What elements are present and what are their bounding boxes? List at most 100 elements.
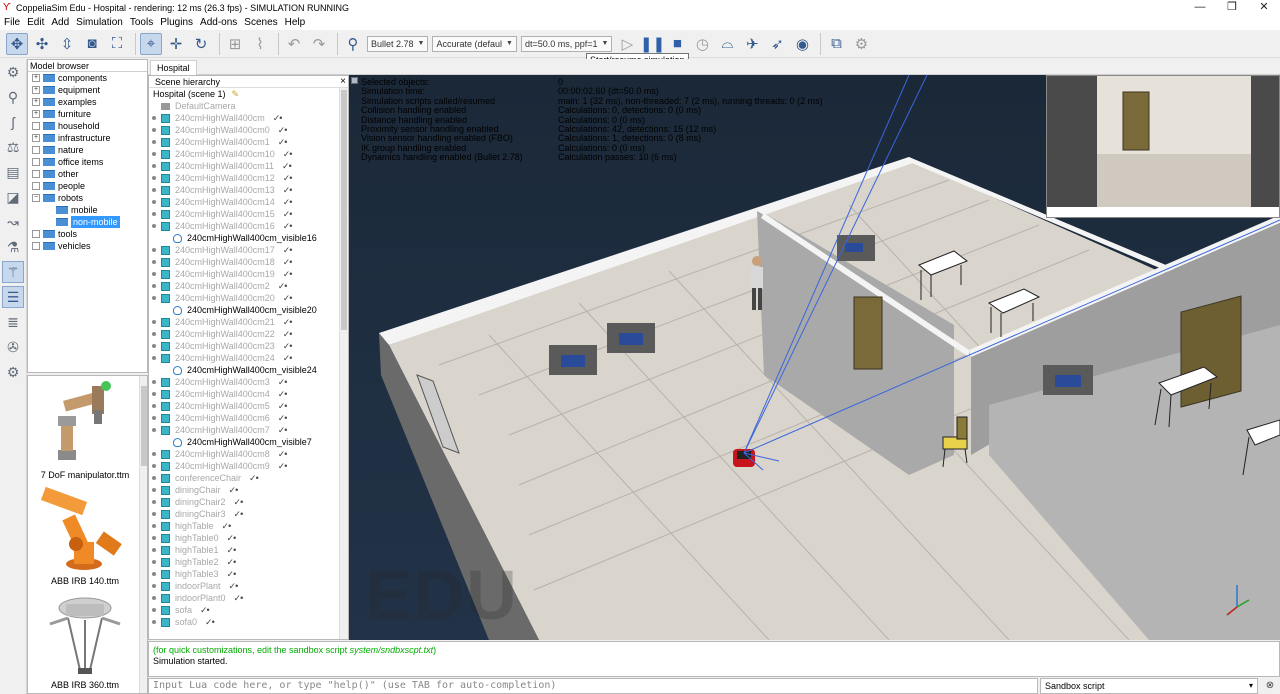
- hierarchy-item[interactable]: 240cmHighWall400cm_visible7: [149, 436, 348, 448]
- menu-help[interactable]: Help: [285, 17, 306, 28]
- collections-button[interactable]: ⚖: [2, 136, 24, 158]
- hierarchy-item[interactable]: 240cmHighWall400cm12 ✓•: [149, 172, 348, 184]
- script-icon[interactable]: ✓•: [234, 508, 244, 520]
- script-icon[interactable]: ✓•: [283, 352, 293, 364]
- script-icon[interactable]: ✓•: [249, 472, 259, 484]
- menu-file[interactable]: File: [4, 17, 20, 28]
- undo-button[interactable]: ↶: [283, 33, 305, 55]
- script-icon[interactable]: ✓•: [278, 280, 288, 292]
- script-icon[interactable]: ✓•: [283, 340, 293, 352]
- script-icon[interactable]: ✓•: [227, 556, 237, 568]
- model-folder-infrastructure[interactable]: + infrastructure: [28, 132, 147, 144]
- expand-toggle-icon[interactable]: [32, 170, 40, 178]
- hierarchy-item[interactable]: 240cmHighWall400cm14 ✓•: [149, 196, 348, 208]
- script-icon[interactable]: ✓•: [283, 256, 293, 268]
- tree-branch-icon[interactable]: [152, 248, 156, 252]
- expand-toggle-icon[interactable]: [32, 182, 40, 190]
- hierarchy-item[interactable]: diningChair ✓•: [149, 484, 348, 496]
- model-folder-people[interactable]: people: [28, 180, 147, 192]
- path-edit-button[interactable]: ↝: [2, 211, 24, 233]
- hierarchy-item[interactable]: 240cmHighWall400cm0 ✓•: [149, 124, 348, 136]
- scripts-button[interactable]: ▤: [2, 161, 24, 183]
- tree-branch-icon[interactable]: [152, 128, 156, 132]
- tree-branch-icon[interactable]: [152, 320, 156, 324]
- physics-engine-select[interactable]: Bullet 2.78 ▼: [367, 35, 429, 52]
- script-icon[interactable]: ✓•: [278, 412, 288, 424]
- hierarchy-item[interactable]: highTable ✓•: [149, 520, 348, 532]
- lua-command-input[interactable]: Input Lua code here, or type "help()" (u…: [148, 678, 1038, 694]
- fit-to-view-button[interactable]: ⛶: [106, 33, 128, 55]
- tree-branch-icon[interactable]: [152, 164, 156, 168]
- expand-toggle-icon[interactable]: +: [32, 74, 40, 82]
- tree-branch-icon[interactable]: [152, 596, 156, 600]
- minimize-button[interactable]: —: [1184, 0, 1216, 15]
- tree-branch-icon[interactable]: [152, 584, 156, 588]
- script-icon[interactable]: ✓•: [283, 208, 293, 220]
- tree-branch-icon[interactable]: [152, 452, 156, 456]
- hierarchy-scrollbar[interactable]: [339, 88, 348, 639]
- object-properties-button[interactable]: ⚙: [2, 61, 24, 83]
- shape-edit-button[interactable]: ◪: [2, 186, 24, 208]
- script-icon[interactable]: ✓•: [205, 616, 215, 628]
- assemble-button[interactable]: ⊞: [224, 33, 246, 55]
- stop-simulation-button[interactable]: ■: [666, 33, 688, 55]
- script-icon[interactable]: ✓•: [278, 376, 288, 388]
- close-icon[interactable]: ×: [340, 76, 346, 88]
- hierarchy-item[interactable]: 240cmHighWall400cm17 ✓•: [149, 244, 348, 256]
- expand-toggle-icon[interactable]: +: [32, 98, 40, 106]
- script-icon[interactable]: ✓•: [283, 316, 293, 328]
- camera-rotate-button[interactable]: ✣: [31, 33, 53, 55]
- accuracy-select[interactable]: Accurate (defaul ▼: [432, 35, 517, 52]
- thumbnail-7dof-manipulator[interactable]: 7 DoF manipulator.ttm: [28, 378, 142, 486]
- model-folder-vehicles[interactable]: vehicles: [28, 240, 147, 252]
- camera-pan-button[interactable]: ✥: [6, 32, 28, 55]
- threaded-rendering-button[interactable]: ➶: [766, 33, 788, 55]
- tree-branch-icon[interactable]: [152, 344, 156, 348]
- hierarchy-item[interactable]: highTable0 ✓•: [149, 532, 348, 544]
- tree-branch-icon[interactable]: [152, 500, 156, 504]
- hierarchy-item[interactable]: 240cmHighWall400cm11 ✓•: [149, 160, 348, 172]
- model-folder-mobile[interactable]: mobile: [28, 204, 147, 216]
- model-folder-examples[interactable]: + examples: [28, 96, 147, 108]
- hierarchy-item[interactable]: 240cmHighWall400cm8 ✓•: [149, 448, 348, 460]
- expand-toggle-icon[interactable]: [32, 230, 40, 238]
- vcam-view[interactable]: vcam ×: [1046, 75, 1280, 218]
- tree-branch-icon[interactable]: [152, 212, 156, 216]
- menu-scenes[interactable]: Scenes: [244, 17, 277, 28]
- hierarchy-item[interactable]: DefaultCamera: [149, 100, 348, 112]
- realtime-button[interactable]: ◷: [691, 33, 713, 55]
- tree-branch-icon[interactable]: [152, 476, 156, 480]
- tab-hospital[interactable]: Hospital: [150, 60, 197, 75]
- hierarchy-item[interactable]: 240cmHighWall400cm1 ✓•: [149, 136, 348, 148]
- model-folder-nature[interactable]: nature: [28, 144, 147, 156]
- hierarchy-item[interactable]: highTable3 ✓•: [149, 568, 348, 580]
- hierarchy-item[interactable]: 240cmHighWall400cm22 ✓•: [149, 328, 348, 340]
- model-folder-equipment[interactable]: + equipment: [28, 84, 147, 96]
- model-folder-furniture[interactable]: + furniture: [28, 108, 147, 120]
- timestep-select[interactable]: dt=50.0 ms, ppf=1 ▼: [520, 35, 613, 52]
- hierarchy-item[interactable]: 240cmHighWall400cm9 ✓•: [149, 460, 348, 472]
- math-modules-button[interactable]: ʃ: [2, 111, 24, 133]
- script-icon[interactable]: ✓•: [227, 532, 237, 544]
- expand-toggle-icon[interactable]: −: [32, 194, 40, 202]
- speed-up-button[interactable]: ✈: [741, 33, 763, 55]
- menu-plugins[interactable]: Plugins: [160, 17, 193, 28]
- hierarchy-item[interactable]: 240cmHighWall400cm24 ✓•: [149, 352, 348, 364]
- hierarchy-item[interactable]: 240cmHighWall400cm18 ✓•: [149, 256, 348, 268]
- script-icon[interactable]: ✓•: [234, 496, 244, 508]
- hierarchy-item[interactable]: diningChair2 ✓•: [149, 496, 348, 508]
- video-recorder-button[interactable]: ✇: [2, 336, 24, 358]
- menu-simulation[interactable]: Simulation: [76, 17, 123, 28]
- script-icon[interactable]: ✓•: [283, 244, 293, 256]
- info-toggle-button[interactable]: [351, 77, 358, 84]
- expand-toggle-icon[interactable]: [32, 158, 40, 166]
- hierarchy-item[interactable]: diningChair3 ✓•: [149, 508, 348, 520]
- tree-branch-icon[interactable]: [152, 224, 156, 228]
- script-icon[interactable]: ✓•: [283, 184, 293, 196]
- tree-branch-icon[interactable]: [152, 284, 156, 288]
- tree-branch-icon[interactable]: [152, 152, 156, 156]
- model-folder-non-mobile[interactable]: non-mobile: [28, 216, 147, 228]
- hierarchy-item[interactable]: 240cmHighWall400cm13 ✓•: [149, 184, 348, 196]
- script-icon[interactable]: ✓•: [273, 112, 283, 124]
- user-settings-button[interactable]: ⚙: [2, 361, 24, 383]
